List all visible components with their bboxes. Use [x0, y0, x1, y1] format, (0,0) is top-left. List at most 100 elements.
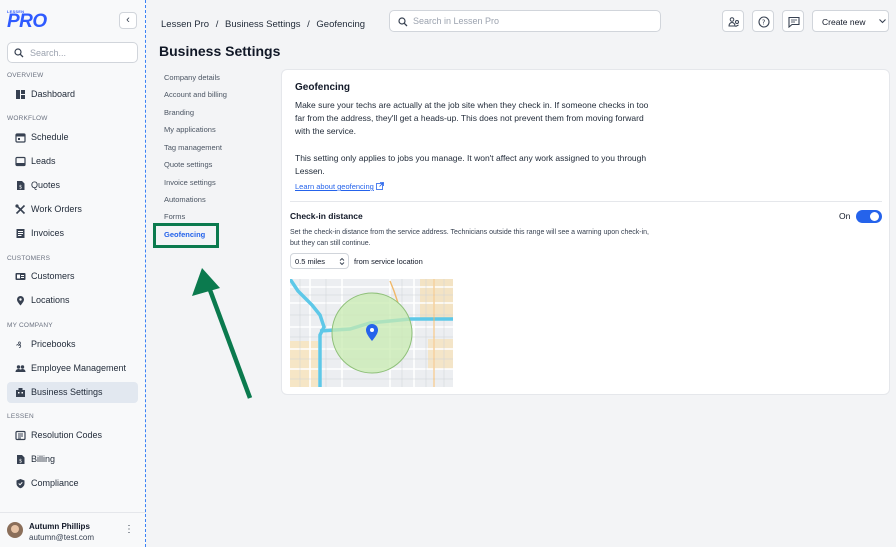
- sidebar-item-billing[interactable]: $ Billing: [7, 449, 138, 470]
- svg-text:$: $: [19, 459, 22, 465]
- id-card-icon: [15, 273, 26, 280]
- list-icon: [15, 430, 26, 441]
- svg-text:$: $: [19, 185, 22, 191]
- sidebar-item-label: Invoices: [31, 228, 65, 238]
- sidebar-item-compliance[interactable]: Compliance: [7, 473, 138, 494]
- sidebar-item-label: Business Settings: [31, 387, 103, 397]
- breadcrumb-separator: /: [215, 19, 219, 30]
- sidebar-item-label: Schedule: [31, 132, 69, 142]
- distance-suffix: from service location: [354, 257, 423, 266]
- distance-select-value: 0.5 miles: [295, 257, 326, 266]
- map-graphic: [290, 279, 453, 387]
- price-tag-icon: ₰: [16, 341, 22, 350]
- geofencing-toggle[interactable]: [856, 210, 882, 223]
- avatar: [7, 522, 23, 538]
- sidebar-item-locations[interactable]: Locations: [7, 290, 138, 311]
- inbox-icon: [15, 156, 26, 167]
- breadcrumb-separator: /: [307, 19, 310, 30]
- geofencing-title: Geofencing: [295, 82, 351, 93]
- settings-nav-branding[interactable]: Branding: [164, 108, 194, 117]
- sidebar-item-employee-management[interactable]: Employee Management: [7, 358, 138, 379]
- settings-nav-company-details[interactable]: Company details: [164, 73, 220, 82]
- sidebar-item-invoices[interactable]: Invoices: [7, 223, 138, 244]
- chevron-left-icon: ‹: [126, 14, 130, 26]
- divider: [290, 201, 882, 202]
- section-label-overview: OVERVIEW: [7, 72, 44, 79]
- sidebar-item-label: Pricebooks: [31, 339, 76, 349]
- sidebar-item-customers[interactable]: Customers: [7, 266, 138, 287]
- sidebar-item-label: Compliance: [31, 478, 79, 488]
- geofence-map[interactable]: [290, 279, 453, 387]
- tools-icon: [15, 204, 26, 215]
- sidebar-item-label: Locations: [31, 295, 70, 305]
- sidebar-item-label: Leads: [31, 156, 56, 166]
- svg-text:?: ?: [762, 19, 766, 27]
- kebab-menu-icon[interactable]: ⋮: [124, 525, 134, 535]
- sidebar-item-label: Resolution Codes: [31, 430, 103, 440]
- settings-nav-account-billing[interactable]: Account and billing: [164, 90, 227, 99]
- dashboard-icon: [16, 90, 25, 99]
- section-label-workflow: WORKFLOW: [7, 115, 48, 122]
- section-label-customers: CUSTOMERS: [7, 255, 51, 262]
- external-link-icon: [375, 182, 384, 190]
- building-icon: [16, 388, 25, 397]
- invoice-icon: [16, 229, 25, 238]
- sidebar-item-business-settings[interactable]: Business Settings: [7, 382, 138, 403]
- shield-icon: [16, 479, 25, 489]
- sidebar-search-placeholder: Search...: [30, 48, 67, 58]
- settings-nav-forms[interactable]: Forms: [164, 212, 185, 221]
- section-label-lessen: LESSEN: [7, 413, 34, 420]
- settings-nav-automations[interactable]: Automations: [164, 195, 206, 204]
- sidebar-item-dashboard[interactable]: Dashboard: [7, 84, 138, 105]
- chevron-down-icon: [879, 19, 886, 24]
- svg-text:₰: ₰: [16, 341, 22, 350]
- breadcrumb-item-home[interactable]: Lessen Pro: [161, 19, 209, 30]
- checkin-distance-title: Check-in distance: [290, 211, 363, 221]
- section-label-my-company: MY COMPANY: [7, 322, 53, 329]
- user-email: autumn@test.com: [29, 533, 95, 542]
- sidebar: LESSEN PRO ‹ Search... OVERVIEW Dashboar…: [0, 0, 146, 547]
- logo[interactable]: LESSEN PRO: [7, 9, 51, 32]
- user-profile[interactable]: Autumn Phillips autumn@test.com ⋮: [0, 512, 146, 547]
- user-name: Autumn Phillips: [29, 522, 90, 531]
- geofencing-card: Geofencing Make sure your techs are actu…: [281, 69, 890, 395]
- sidebar-item-pricebooks[interactable]: ₰ Pricebooks: [7, 334, 138, 355]
- settings-nav-quote-settings[interactable]: Quote settings: [164, 160, 212, 169]
- sidebar-search-input[interactable]: Search...: [7, 42, 138, 63]
- team-button[interactable]: [722, 10, 744, 32]
- logo-wordmark: PRO: [7, 11, 47, 32]
- sidebar-item-label: Customers: [31, 271, 75, 281]
- create-new-label: Create new: [822, 17, 866, 27]
- sidebar-item-schedule[interactable]: Schedule: [7, 127, 138, 148]
- settings-nav-tag-management[interactable]: Tag management: [164, 143, 222, 152]
- annotation-highlight-box: [153, 223, 219, 248]
- breadcrumb: Lessen Pro / Business Settings / Geofenc…: [161, 19, 369, 30]
- geofencing-note: This setting only applies to jobs you ma…: [295, 153, 647, 177]
- collapse-sidebar-button[interactable]: ‹: [119, 12, 137, 29]
- settings-nav-my-applications[interactable]: My applications: [164, 125, 216, 134]
- geofencing-description: Make sure your techs are actually at the…: [295, 100, 649, 137]
- sidebar-item-resolution-codes[interactable]: Resolution Codes: [7, 425, 138, 446]
- global-search-input[interactable]: Search in Lessen Pro: [389, 10, 661, 32]
- sidebar-item-work-orders[interactable]: Work Orders: [7, 199, 138, 220]
- select-updown-icon: [339, 257, 345, 266]
- help-button[interactable]: ?: [752, 10, 774, 32]
- distance-select[interactable]: 0.5 miles: [290, 253, 349, 269]
- people-icon: [15, 365, 26, 372]
- sidebar-item-quotes[interactable]: $ Quotes: [7, 175, 138, 196]
- help-icon: ?: [758, 16, 770, 28]
- annotation-arrow: [192, 268, 253, 399]
- sidebar-item-label: Quotes: [31, 180, 61, 190]
- sidebar-item-label: Work Orders: [31, 204, 82, 214]
- sidebar-item-label: Employee Management: [31, 363, 127, 373]
- messages-button[interactable]: [782, 10, 804, 32]
- learn-about-geofencing-link[interactable]: Learn about geofencing: [295, 182, 384, 191]
- toggle-label: On: [839, 211, 851, 221]
- sidebar-item-leads[interactable]: Leads: [7, 151, 138, 172]
- search-icon: [14, 48, 24, 58]
- map-pin-icon: [17, 296, 24, 306]
- breadcrumb-item-business-settings[interactable]: Business Settings: [225, 19, 301, 30]
- settings-nav-invoice-settings[interactable]: Invoice settings: [164, 178, 216, 187]
- global-search-placeholder: Search in Lessen Pro: [413, 16, 500, 26]
- create-new-button[interactable]: Create new: [812, 10, 889, 32]
